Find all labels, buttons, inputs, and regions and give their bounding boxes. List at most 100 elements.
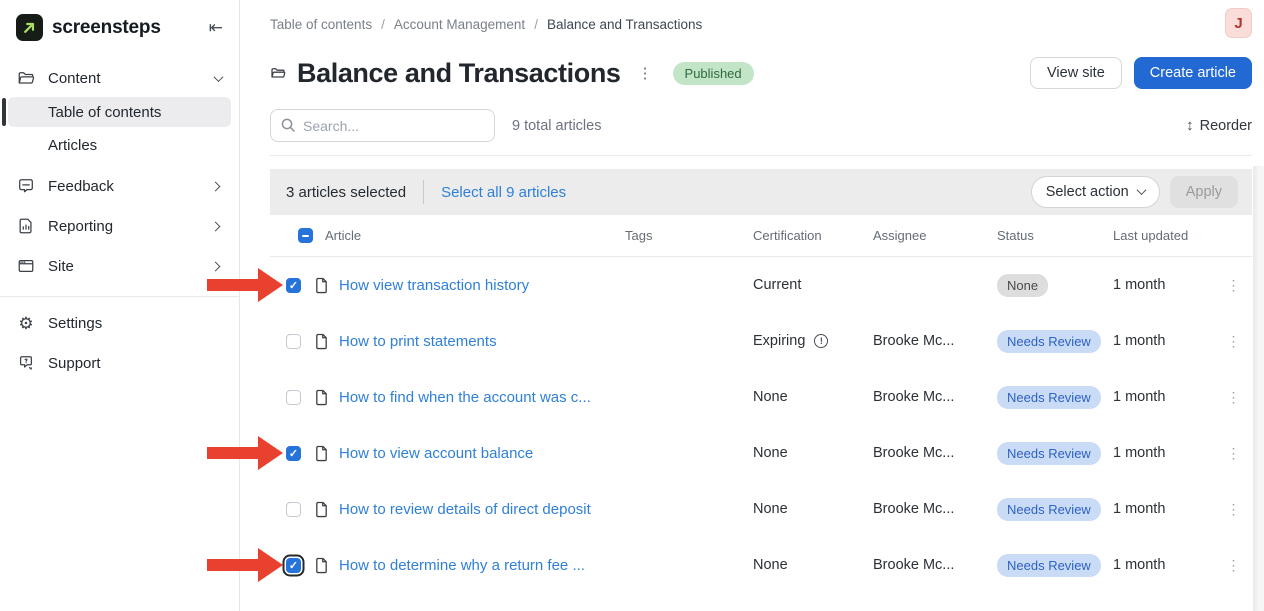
support-icon [17, 354, 35, 372]
row-kebab-icon[interactable]: ⋮ [1215, 501, 1252, 518]
alert-icon: ! [814, 334, 828, 348]
sidebar-item-label: Settings [48, 315, 102, 332]
create-article-button[interactable]: Create article [1134, 57, 1252, 89]
sidebar-item-table-of-contents[interactable]: Table of contents [8, 97, 231, 127]
breadcrumb-account-management[interactable]: Account Management [394, 17, 525, 32]
sidebar-item-label: Table of contents [48, 104, 161, 121]
article-link[interactable]: How view transaction history [339, 277, 529, 294]
sidebar-item-settings[interactable]: ⚙ Settings [8, 307, 231, 339]
column-header-article: Article [325, 228, 361, 243]
breadcrumb: Table of contents / Account Management /… [270, 0, 1252, 40]
table-row: How to find when the account was c... No… [270, 369, 1252, 425]
sidebar-collapse-icon[interactable]: ⇤ [209, 19, 223, 36]
sidebar-item-support[interactable]: Support [8, 347, 231, 379]
select-action-dropdown[interactable]: Select action [1031, 176, 1160, 208]
article-doc-icon [314, 333, 329, 350]
table-header-row: Article Tags Certification Assignee Stat… [270, 215, 1252, 257]
sidebar-item-site[interactable]: Site [8, 250, 231, 282]
sidebar-item-articles[interactable]: Articles [8, 130, 231, 160]
scrollbar-track[interactable] [1253, 166, 1264, 611]
assignee-cell: Brooke Mc... [873, 389, 997, 405]
article-link[interactable]: How to determine why a return fee ... [339, 557, 585, 574]
chevron-right-icon [211, 221, 221, 231]
article-link[interactable]: How to find when the account was c... [339, 389, 591, 406]
sidebar-item-feedback[interactable]: Feedback [8, 170, 231, 202]
sidebar-item-reporting[interactable]: Reporting [8, 210, 231, 242]
chapter-folder-icon [270, 65, 286, 81]
folder-icon [17, 69, 35, 87]
article-doc-icon [314, 501, 329, 518]
status-cell: None [997, 274, 1113, 297]
sidebar-footer-nav: ⚙ Settings Support [0, 307, 239, 379]
row-kebab-icon[interactable]: ⋮ [1215, 333, 1252, 350]
table-row: How view transaction history Current ! N… [270, 257, 1252, 313]
sidebar-divider [0, 296, 239, 297]
breadcrumb-table-of-contents[interactable]: Table of contents [270, 17, 372, 32]
row-kebab-icon[interactable]: ⋮ [1215, 389, 1252, 406]
selection-bar-divider [423, 180, 424, 204]
certification-cell: None ! [753, 501, 873, 517]
article-link[interactable]: How to view account balance [339, 445, 533, 462]
chevron-down-icon [214, 72, 224, 82]
row-kebab-icon[interactable]: ⋮ [1215, 557, 1252, 574]
search-icon [280, 117, 296, 133]
title-kebab-icon[interactable]: ⋮ [638, 64, 653, 82]
select-all-checkbox[interactable] [298, 228, 313, 243]
select-all-link[interactable]: Select all 9 articles [441, 184, 566, 201]
sidebar-item-label: Reporting [48, 218, 113, 235]
article-doc-icon [314, 389, 329, 406]
table-row: How to view account balance None ! Brook… [270, 425, 1252, 481]
search-input[interactable] [270, 109, 495, 142]
table-row: How to print statements Expiring ! Brook… [270, 313, 1252, 369]
row-kebab-icon[interactable]: ⋮ [1215, 445, 1252, 462]
last-updated-cell: 1 month [1113, 277, 1215, 293]
certification-cell: Expiring ! [753, 333, 873, 349]
last-updated-cell: 1 month [1113, 333, 1215, 349]
sidebar-item-content[interactable]: Content [8, 62, 231, 94]
apply-button[interactable]: Apply [1170, 176, 1238, 208]
reporting-icon [17, 217, 35, 235]
certification-cell: Current ! [753, 277, 873, 293]
status-cell: Needs Review [997, 442, 1113, 465]
screensteps-logo-icon [16, 14, 43, 41]
assignee-cell: Brooke Mc... [873, 445, 997, 461]
sidebar-item-label: Articles [48, 137, 97, 154]
table-body: How view transaction history Current ! N… [270, 257, 1252, 593]
reorder-button[interactable]: ↕ Reorder [1186, 117, 1252, 134]
row-checkbox[interactable] [286, 334, 301, 349]
row-kebab-icon[interactable]: ⋮ [1215, 277, 1252, 294]
row-checkbox[interactable] [286, 558, 301, 573]
last-updated-cell: 1 month [1113, 389, 1215, 405]
status-badge: None [997, 274, 1048, 297]
row-checkbox[interactable] [286, 446, 301, 461]
view-site-button[interactable]: View site [1030, 57, 1122, 89]
row-checkbox[interactable] [286, 390, 301, 405]
article-link[interactable]: How to review details of direct deposit [339, 501, 591, 518]
chevron-down-icon [1136, 185, 1146, 195]
toolbar: 9 total articles ↕ Reorder [270, 109, 1252, 142]
status-cell: Needs Review [997, 554, 1113, 577]
divider [270, 155, 1252, 156]
certification-cell: None ! [753, 445, 873, 461]
gear-icon: ⚙ [17, 314, 35, 332]
last-updated-cell: 1 month [1113, 445, 1215, 461]
status-badge: Needs Review [997, 554, 1101, 577]
assignee-cell: Brooke Mc... [873, 557, 997, 573]
main-content: Table of contents / Account Management /… [241, 0, 1264, 611]
status-badge: Needs Review [997, 498, 1101, 521]
page-header: Balance and Transactions ⋮ Published Vie… [270, 53, 1252, 93]
selection-bar: 3 articles selected Select all 9 article… [270, 169, 1252, 215]
row-checkbox[interactable] [286, 502, 301, 517]
column-header-certification: Certification [753, 228, 873, 243]
row-checkbox[interactable] [286, 278, 301, 293]
article-link[interactable]: How to print statements [339, 333, 497, 350]
avatar[interactable]: J [1225, 8, 1252, 38]
sidebar: screensteps ⇤ Content Table of contents … [0, 0, 240, 611]
status-badge: Needs Review [997, 442, 1101, 465]
certification-cell: None ! [753, 557, 873, 573]
last-updated-cell: 1 month [1113, 557, 1215, 573]
certification-cell: None ! [753, 389, 873, 405]
column-header-status: Status [997, 228, 1113, 243]
page-title: Balance and Transactions [297, 58, 621, 89]
total-articles-count: 9 total articles [512, 118, 601, 134]
